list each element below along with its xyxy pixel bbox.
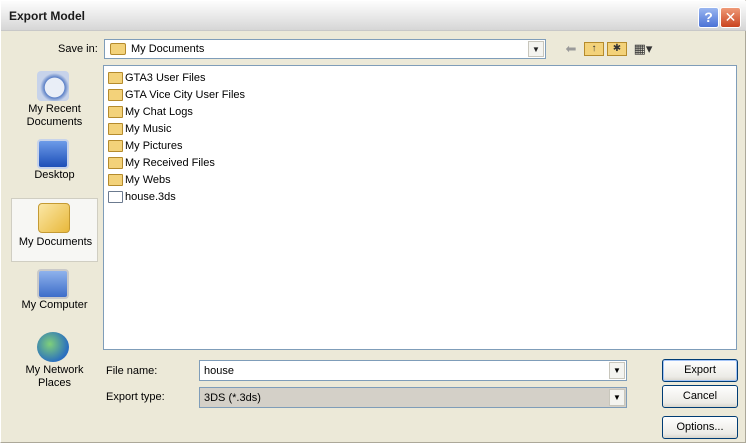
places-bar: My Recent Documents Desktop My Documents… bbox=[11, 65, 98, 390]
list-item[interactable]: house.3ds bbox=[106, 189, 176, 205]
place-my-computer[interactable]: My Computer bbox=[11, 265, 98, 327]
list-item[interactable]: My Music bbox=[106, 121, 171, 137]
title-bar: Export Model ? ✕ bbox=[1, 1, 746, 31]
place-label: My Computer bbox=[21, 299, 88, 311]
list-item[interactable]: My Chat Logs bbox=[106, 104, 193, 120]
chevron-down-icon[interactable]: ▼ bbox=[609, 362, 625, 379]
file-name: My Webs bbox=[125, 174, 171, 186]
file-name-combo[interactable]: ▼ bbox=[199, 360, 627, 381]
list-item[interactable]: My Received Files bbox=[106, 155, 215, 171]
file-name: My Received Files bbox=[125, 157, 215, 169]
place-label: My Recent Documents bbox=[26, 103, 83, 128]
pictures-folder-icon bbox=[108, 140, 123, 152]
file-name: My Music bbox=[125, 123, 172, 135]
place-label: My Network Places bbox=[25, 364, 84, 389]
network-places-icon bbox=[37, 332, 69, 362]
list-item[interactable]: My Webs bbox=[106, 172, 171, 188]
file-name-input[interactable] bbox=[201, 362, 607, 379]
3ds-file-icon bbox=[108, 191, 123, 203]
place-label: Desktop bbox=[34, 169, 75, 181]
place-desktop[interactable]: Desktop bbox=[11, 135, 98, 197]
music-folder-icon bbox=[108, 123, 123, 135]
my-documents-icon bbox=[38, 203, 70, 233]
cancel-button[interactable]: Cancel bbox=[662, 385, 738, 408]
folder-icon bbox=[108, 89, 123, 101]
list-item[interactable]: My Pictures bbox=[106, 138, 182, 154]
file-name: My Chat Logs bbox=[125, 106, 193, 118]
list-item[interactable]: GTA3 User Files bbox=[106, 70, 205, 86]
list-item[interactable]: GTA Vice City User Files bbox=[106, 87, 245, 103]
save-in-label: Save in: bbox=[58, 43, 98, 55]
place-my-documents[interactable]: My Documents bbox=[11, 198, 98, 262]
recent-documents-icon bbox=[37, 71, 69, 101]
place-my-recent-documents[interactable]: My Recent Documents bbox=[11, 67, 98, 129]
place-my-network-places[interactable]: My Network Places bbox=[11, 328, 98, 390]
save-in-value: My Documents bbox=[131, 43, 205, 55]
view-menu-icon[interactable]: ▦▾ bbox=[631, 40, 655, 58]
file-name: house.3ds bbox=[125, 191, 176, 203]
export-button[interactable]: Export bbox=[662, 359, 738, 382]
export-type-value: 3DS (*.3ds) bbox=[204, 392, 261, 404]
folder-icon bbox=[108, 106, 123, 118]
place-label: My Documents bbox=[18, 236, 93, 248]
new-folder-icon[interactable]: ✱ bbox=[607, 42, 627, 56]
folder-icon bbox=[108, 157, 123, 169]
options-button[interactable]: Options... bbox=[662, 416, 738, 439]
chevron-down-icon[interactable]: ▼ bbox=[609, 389, 625, 406]
folder-icon bbox=[108, 72, 123, 84]
file-list[interactable]: GTA3 User Files GTA Vice City User Files… bbox=[103, 65, 737, 350]
my-computer-icon bbox=[37, 269, 69, 299]
my-documents-small-icon bbox=[110, 43, 126, 55]
file-name-label: File name: bbox=[106, 365, 158, 377]
file-name: GTA Vice City User Files bbox=[125, 89, 246, 101]
export-model-dialog: Export Model ? ✕ Save in: My Documents ▼… bbox=[0, 0, 746, 443]
export-type-label: Export type: bbox=[106, 391, 165, 403]
save-in-dropdown[interactable]: My Documents ▼ bbox=[104, 39, 546, 59]
help-button[interactable]: ? bbox=[698, 7, 719, 28]
export-type-dropdown[interactable]: 3DS (*.3ds) ▼ bbox=[199, 387, 627, 408]
desktop-icon bbox=[37, 139, 69, 169]
up-folder-icon[interactable]: ↑ bbox=[584, 42, 604, 56]
window-title: Export Model bbox=[9, 9, 86, 23]
back-arrow-icon[interactable]: ⬅ bbox=[562, 40, 580, 58]
chevron-down-icon[interactable]: ▼ bbox=[528, 41, 544, 57]
folder-icon bbox=[108, 174, 123, 186]
file-name: GTA3 User Files bbox=[125, 72, 206, 84]
close-button[interactable]: ✕ bbox=[720, 7, 741, 28]
file-name: My Pictures bbox=[125, 140, 183, 152]
